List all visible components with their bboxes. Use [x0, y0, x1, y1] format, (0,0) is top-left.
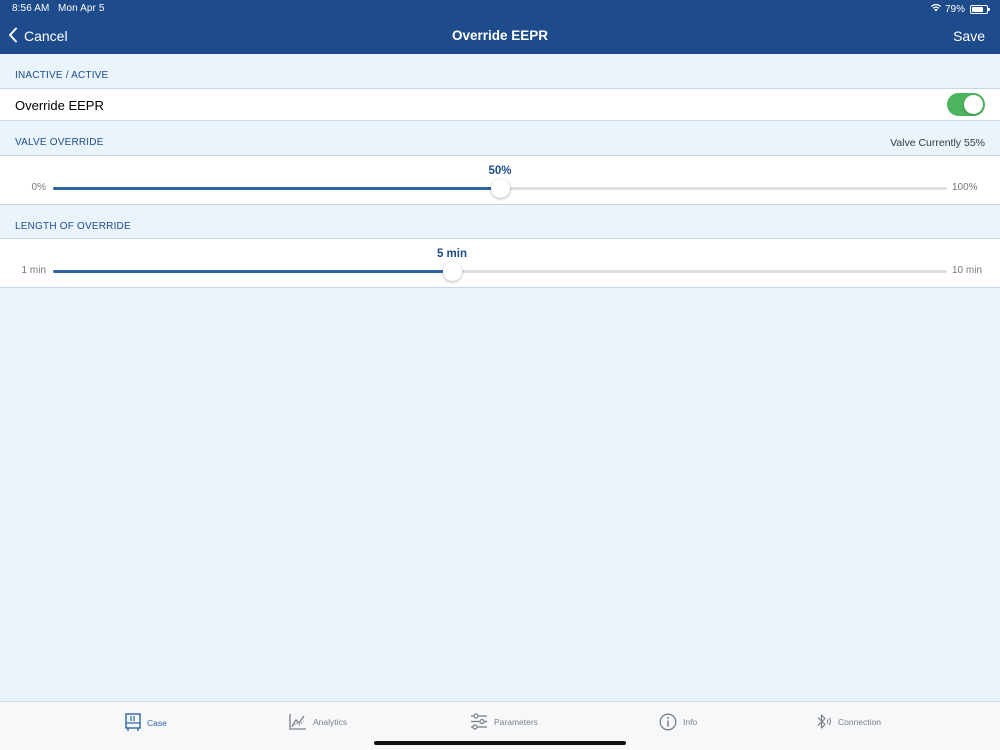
valve-slider-min-label: 0%: [31, 182, 46, 193]
case-icon: [125, 713, 141, 732]
parameters-icon: [470, 713, 488, 730]
valve-current-status: Valve Currently 55%: [890, 137, 985, 149]
analytics-icon: [289, 713, 307, 730]
save-button[interactable]: Save: [953, 28, 985, 44]
wifi-icon: [930, 3, 942, 15]
page-title: Override EEPR: [451, 28, 549, 43]
length-slider-fill: [53, 270, 452, 273]
status-date: Mon Apr 5: [58, 3, 105, 14]
valve-slider-value: 50%: [488, 165, 512, 177]
length-override-slider[interactable]: 5 min: [53, 248, 947, 281]
length-slider-thumb[interactable]: [442, 262, 462, 281]
length-override-row: 1 min 5 min 10 min: [0, 238, 1000, 288]
tab-analytics[interactable]: Analytics: [289, 713, 347, 730]
info-icon: [659, 713, 677, 731]
valve-slider-max-label: 100%: [952, 182, 978, 193]
section-title-active: INACTIVE / ACTIVE: [15, 70, 109, 81]
section-header-active: INACTIVE / ACTIVE: [0, 54, 1000, 88]
section-title-length: LENGTH OF OVERRIDE: [15, 221, 131, 232]
tab-parameters-label: Parameters: [494, 716, 538, 727]
override-eepr-row: Override EEPR: [0, 88, 1000, 121]
status-time: 8:56 AM Mon Apr 5: [12, 3, 105, 14]
override-eepr-label: Override EEPR: [15, 98, 104, 113]
tab-case[interactable]: Case: [125, 713, 167, 732]
tab-case-label: Case: [147, 717, 167, 728]
section-header-valve: VALVE OVERRIDE Valve Currently 55%: [0, 121, 1000, 155]
battery-percent: 79%: [944, 3, 965, 15]
section-header-length: LENGTH OF OVERRIDE: [0, 205, 1000, 239]
tab-info[interactable]: Info: [659, 713, 697, 731]
length-slider-max-label: 10 min: [952, 265, 983, 276]
length-slider-min-label: 1 min: [21, 265, 46, 276]
bluetooth-icon: [816, 713, 832, 730]
toggle-knob: [964, 95, 983, 114]
tab-connection[interactable]: Connection: [816, 713, 881, 730]
length-slider-value: 5 min: [436, 248, 467, 260]
section-title-valve: VALVE OVERRIDE: [15, 137, 104, 148]
valve-slider-fill: [53, 187, 500, 190]
navigation-bar: 8:56 AM Mon Apr 5 79% Cancel Override EE…: [0, 0, 1000, 54]
valve-override-row: 0% 50% 100%: [0, 155, 1000, 205]
status-indicators: 79%: [930, 3, 990, 15]
status-time-text: 8:56 AM: [12, 3, 50, 14]
tab-parameters[interactable]: Parameters: [470, 713, 538, 730]
tab-connection-label: Connection: [838, 716, 882, 727]
tab-analytics-label: Analytics: [313, 716, 348, 727]
battery-fill: [972, 6, 984, 12]
override-eepr-toggle[interactable]: [947, 93, 985, 116]
battery-tip: [988, 7, 990, 11]
valve-override-slider[interactable]: 50%: [53, 165, 947, 198]
home-indicator: [374, 741, 626, 745]
tab-info-label: Info: [683, 717, 698, 727]
battery-icon: [970, 4, 990, 14]
valve-slider-thumb[interactable]: [491, 179, 510, 198]
